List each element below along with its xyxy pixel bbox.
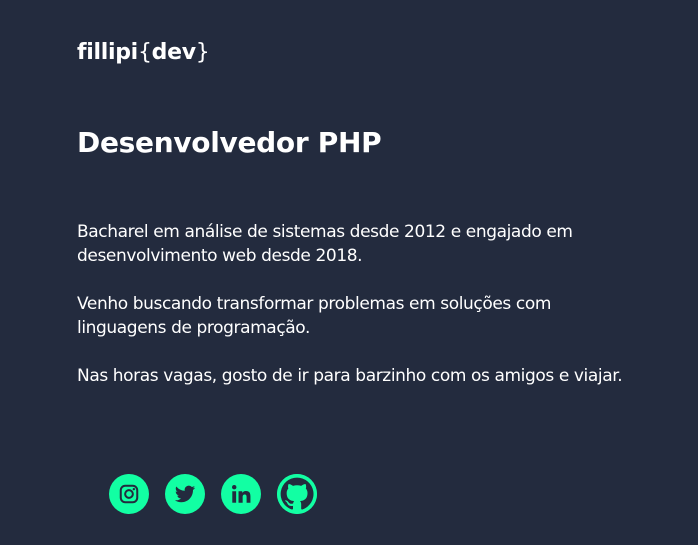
logo-suffix: dev [151, 40, 196, 65]
social-links [109, 474, 317, 514]
bio-section: Bacharel em análise de sistemas desde 20… [77, 220, 637, 412]
github-icon [277, 474, 317, 514]
logo-open-brace: { [137, 40, 152, 65]
github-link[interactable] [277, 474, 317, 514]
bio-paragraph-hobbies: Nas horas vagas, gosto de ir para barzin… [77, 366, 623, 386]
logo-close-brace: } [195, 40, 210, 65]
twitter-link[interactable] [165, 474, 205, 514]
logo-name: fillipi [77, 40, 138, 65]
twitter-icon [174, 485, 196, 503]
bio-paragraph-education: Bacharel em análise de sistemas desde 20… [77, 222, 573, 266]
page-title: Desenvolvedor PHP [77, 126, 382, 159]
instagram-link[interactable] [109, 474, 149, 514]
site-logo[interactable]: fillipi{dev} [77, 40, 210, 65]
linkedin-link[interactable] [221, 474, 261, 514]
instagram-icon [119, 484, 139, 504]
linkedin-icon [232, 485, 251, 503]
bio-paragraph-goal: Venho buscando transformar problemas em … [77, 294, 552, 338]
